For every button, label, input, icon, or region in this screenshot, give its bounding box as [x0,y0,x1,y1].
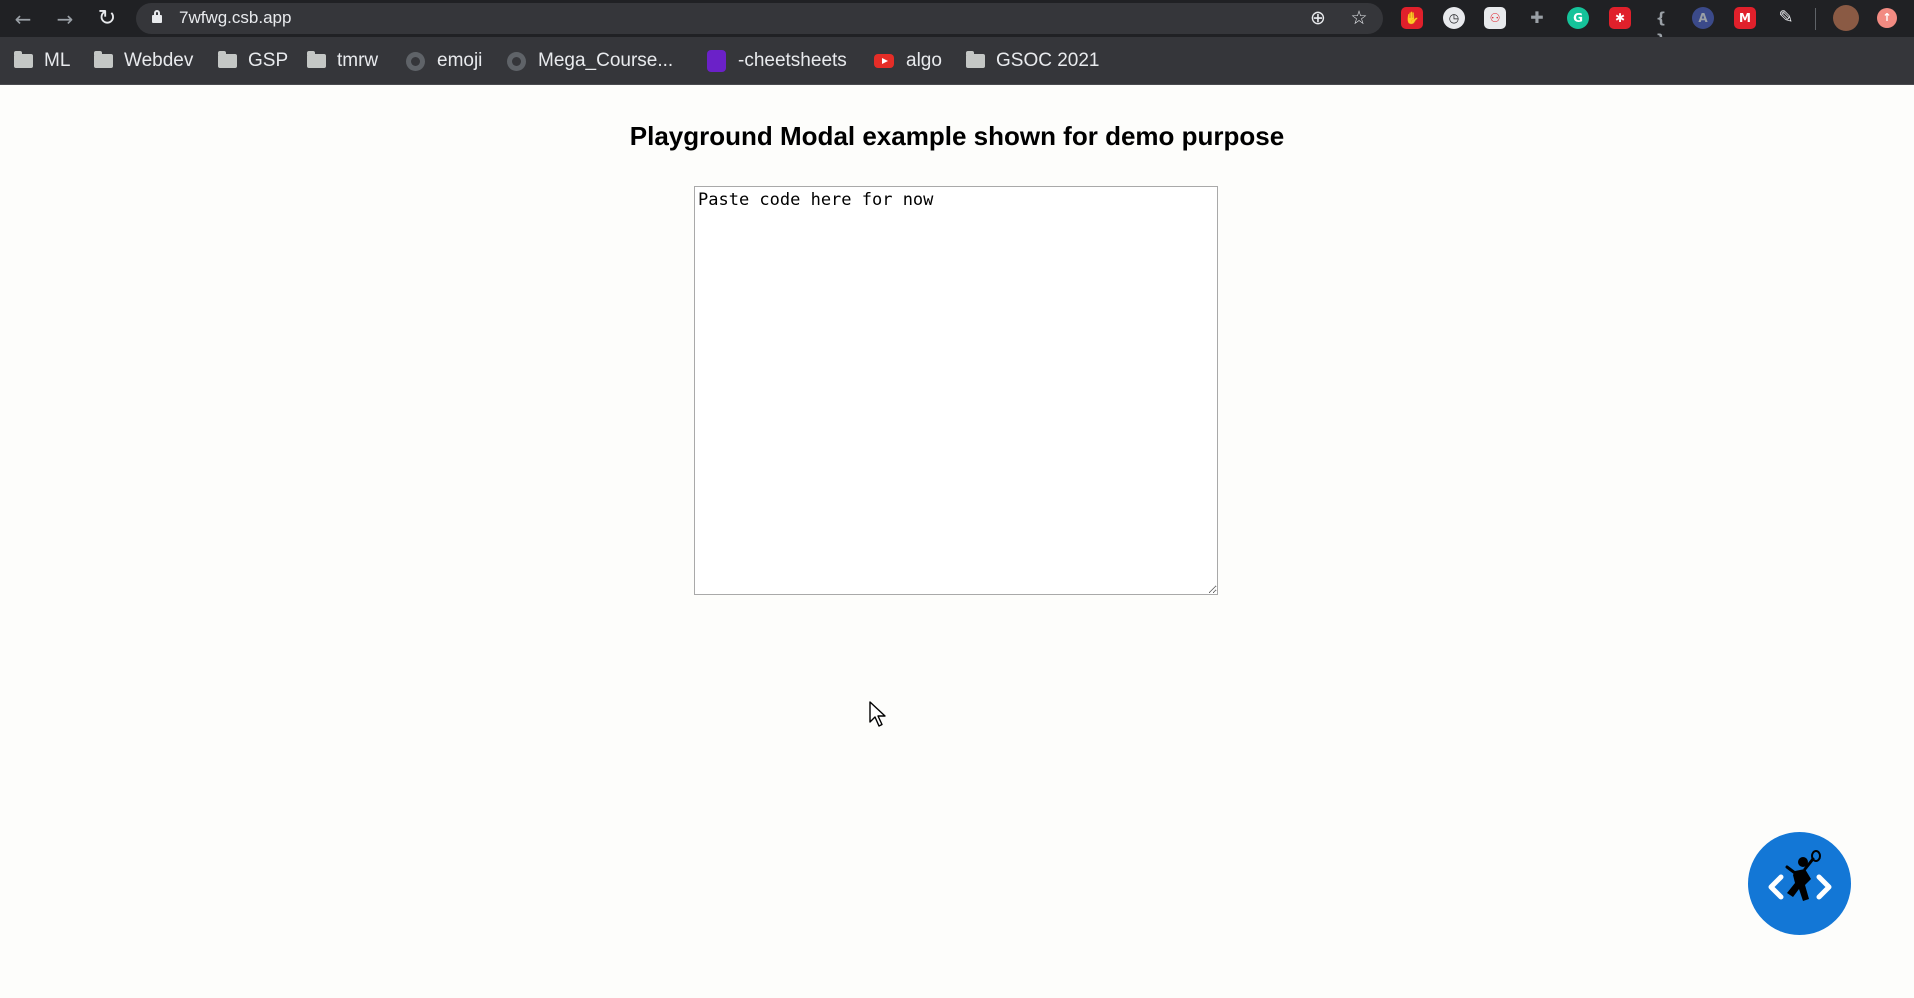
crow-icon[interactable]: ✎ [1775,7,1797,29]
update-icon[interactable]: ↑ [1877,8,1897,28]
a-icon[interactable]: A [1692,7,1714,29]
puzzle-extension-icon[interactable]: ✚ [1526,7,1548,29]
hub-icon[interactable]: ✱ [1609,7,1631,29]
lock-icon[interactable] [152,10,162,23]
bookmark-mega-course[interactable]: Mega_Course... [507,50,673,72]
bookmarks-bar: ML Webdev GSP tmrw emoji Mega_Course... … [0,37,1914,85]
back-arrow-icon[interactable]: ← [11,7,35,31]
mouse-cursor-icon [869,701,886,727]
code-input[interactable] [694,186,1218,595]
bookmark-gsoc-2021[interactable]: GSOC 2021 [966,50,1100,72]
bookmark-emoji[interactable]: emoji [406,50,482,72]
folder-icon [307,51,326,68]
timer-icon[interactable]: ◷ [1443,7,1465,29]
address-bar[interactable] [136,3,1383,34]
folder-icon [966,51,985,68]
install-app-icon[interactable]: ⊕ [1306,6,1330,30]
mindmap-icon[interactable]: ⚇ [1484,7,1506,29]
folder-icon [14,51,33,68]
bookmark-gsp[interactable]: GSP [218,50,288,72]
reload-icon[interactable]: ↻ [95,7,119,31]
ublock-icon[interactable]: ✋ [1401,7,1423,29]
folder-icon [94,51,113,68]
bookmark-webdev[interactable]: Webdev [94,50,193,72]
purple-doc-icon [707,50,726,72]
bookmark-ml[interactable]: ML [14,50,70,72]
json-icon[interactable]: { } [1650,7,1672,49]
playground-launcher-button[interactable] [1748,832,1851,935]
profile-avatar[interactable] [1833,5,1859,31]
youtube-icon [874,54,894,68]
grammarly-icon[interactable]: G [1567,7,1589,29]
forward-arrow-icon[interactable]: → [53,7,77,31]
gmail-m-icon[interactable]: M [1734,7,1756,29]
bookmark-tmrw[interactable]: tmrw [307,50,378,72]
page-title: Playground Modal example shown for demo … [629,121,1285,151]
github-icon [507,51,526,71]
toolbar-divider [1815,8,1816,30]
folder-icon [218,51,237,68]
url-text[interactable]: 7wfwg.csb.app [179,8,291,28]
github-icon [406,51,425,71]
bookmark-cheetsheets[interactable]: -cheetsheets [707,50,847,72]
bookmark-algo[interactable]: algo [874,50,942,72]
playground-logo-icon [1768,849,1831,901]
bookmark-star-icon[interactable]: ☆ [1347,6,1371,30]
browser-toolbar: ← → ↻ 7wfwg.csb.app ⊕ ☆ ✋ ◷ ⚇ ✚ G ✱ { } … [0,0,1914,49]
